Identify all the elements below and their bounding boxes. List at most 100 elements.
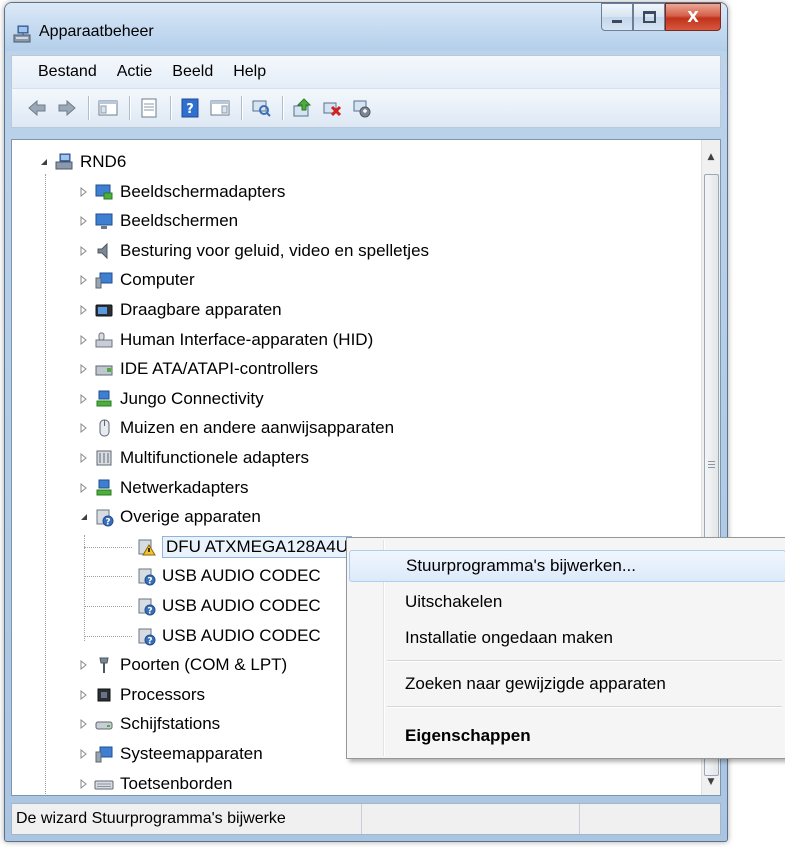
properties-icon[interactable] xyxy=(138,97,160,119)
expand-arrow-icon[interactable] xyxy=(78,304,90,316)
expand-arrow-icon[interactable] xyxy=(78,689,90,701)
expand-arrow-icon[interactable] xyxy=(78,245,90,257)
tree-item-muizen-en-andere-aanwijsapparaten[interactable]: Muizen en andere aanwijsapparaten xyxy=(78,414,394,442)
toolbar-separator xyxy=(129,96,130,120)
tree-item-label: Beeldschermen xyxy=(120,211,239,231)
forward-icon[interactable] xyxy=(56,97,78,119)
tree-item-processors[interactable]: Processors xyxy=(78,681,205,709)
uninstall-icon[interactable] xyxy=(321,97,343,119)
multifunction-adapter-icon xyxy=(94,448,114,468)
expand-arrow-icon[interactable] xyxy=(78,274,90,286)
tree-item-label: Poorten (COM & LPT) xyxy=(120,655,288,675)
scan-hardware-icon[interactable] xyxy=(250,97,272,119)
update-driver-icon[interactable] xyxy=(291,97,313,119)
tree-item-schijfstations[interactable]: Schijfstations xyxy=(78,710,220,738)
tree-item-draagbare-apparaten[interactable]: Draagbare apparaten xyxy=(78,296,282,324)
unknown-device-icon: ? xyxy=(136,566,156,586)
svg-text:?: ? xyxy=(147,577,152,587)
expand-arrow-icon[interactable] xyxy=(78,215,90,227)
tree-device-usb-audio-codec[interactable]: ? USB AUDIO CODEC xyxy=(136,622,321,650)
menu-actie[interactable]: Actie xyxy=(107,56,163,88)
expand-arrow-icon[interactable] xyxy=(78,748,90,760)
back-icon[interactable] xyxy=(26,97,48,119)
port-icon xyxy=(94,655,114,675)
tree-connector xyxy=(45,174,46,794)
expand-arrow-icon[interactable] xyxy=(78,778,90,790)
tree-device-usb-audio-codec[interactable]: ? USB AUDIO CODEC xyxy=(136,562,321,590)
expand-arrow-icon[interactable] xyxy=(78,659,90,671)
context-menu: Stuurprogramma's bijwerken... Uitschakel… xyxy=(346,537,785,759)
toolbar-separator xyxy=(88,96,89,120)
title-bar[interactable]: Apparaatbeheer X xyxy=(5,3,727,51)
expand-arrow-icon[interactable] xyxy=(78,334,90,346)
speaker-icon xyxy=(94,241,114,261)
show-hide-console-tree-icon[interactable] xyxy=(97,97,119,119)
menu-separator xyxy=(387,660,782,661)
tree-item-multifunctionele-adapters[interactable]: Multifunctionele adapters xyxy=(78,444,309,472)
show-action-pane-icon[interactable] xyxy=(209,97,231,119)
tree-connector xyxy=(84,535,85,641)
scroll-down-arrow-icon[interactable]: ▼ xyxy=(702,773,720,791)
expand-arrow-icon[interactable] xyxy=(78,393,90,405)
minimize-button[interactable] xyxy=(601,3,633,31)
scrollbar-grip xyxy=(708,464,715,465)
menu-help[interactable]: Help xyxy=(223,56,276,88)
tree-item-human-interface-apparaten-hid[interactable]: Human Interface-apparaten (HID) xyxy=(78,326,373,354)
status-cell-3 xyxy=(580,804,584,834)
close-icon: X xyxy=(687,8,699,26)
expand-arrow-icon[interactable] xyxy=(78,422,90,434)
tree-item-systeemapparaten[interactable]: Systeemapparaten xyxy=(78,740,263,768)
collapse-arrow-icon[interactable] xyxy=(78,511,90,523)
collapse-arrow-icon[interactable] xyxy=(38,156,50,168)
menu-properties[interactable]: Eigenschappen xyxy=(349,720,785,752)
tree-device-label: USB AUDIO CODEC xyxy=(162,566,321,586)
expand-arrow-icon[interactable] xyxy=(78,452,90,464)
tree-item-beeldschermadapters[interactable]: Beeldschermadapters xyxy=(78,178,285,206)
status-cell-2 xyxy=(362,804,580,834)
tree-device-usb-audio-codec[interactable]: ? USB AUDIO CODEC xyxy=(136,592,321,620)
menu-bestand[interactable]: Bestand xyxy=(12,56,107,88)
menu-disable[interactable]: Uitschakelen xyxy=(349,586,785,618)
tree-connector xyxy=(84,635,132,637)
tree-item-ide-ata-atapi-controllers[interactable]: IDE ATA/ATAPI-controllers xyxy=(78,355,318,383)
menu-update-driver[interactable]: Stuurprogramma's bijwerken... xyxy=(349,550,785,582)
tree-item-label: Besturing voor geluid, video en spelletj… xyxy=(120,240,430,260)
menu-scan-hardware[interactable]: Zoeken naar gewijzigde apparaten xyxy=(349,668,785,700)
svg-text:?: ? xyxy=(147,636,152,646)
tree-root-rnd6[interactable]: RND6 xyxy=(38,148,126,176)
tree-item-label: Toetsenborden xyxy=(120,773,233,793)
toolbar-separator xyxy=(241,96,242,120)
tree-item-label: Human Interface-apparaten (HID) xyxy=(120,329,374,349)
unknown-device-icon: ? xyxy=(94,507,114,527)
help-icon[interactable]: ? xyxy=(179,97,201,119)
tree-item-besturing-voor-geluid-video-en-spelletjes[interactable]: Besturing voor geluid, video en spelletj… xyxy=(78,237,429,265)
mouse-icon xyxy=(94,418,114,438)
close-button[interactable]: X xyxy=(665,3,721,31)
menu-beeld[interactable]: Beeld xyxy=(162,56,223,88)
disk-drive-icon xyxy=(94,714,114,734)
expand-arrow-icon[interactable] xyxy=(78,482,90,494)
expand-arrow-icon[interactable] xyxy=(78,186,90,198)
tree-item-netwerkadapters[interactable]: Netwerkadapters xyxy=(78,474,249,502)
tree-item-computer[interactable]: Computer xyxy=(78,266,195,294)
tree-item-toetsenborden[interactable]: Toetsenborden xyxy=(78,770,232,795)
disable-icon[interactable] xyxy=(351,97,373,119)
tree-item-label: Schijfstations xyxy=(120,714,221,734)
expand-arrow-icon[interactable] xyxy=(78,718,90,730)
maximize-button[interactable] xyxy=(633,3,665,31)
tree-item-poorten-com-lpt[interactable]: Poorten (COM & LPT) xyxy=(78,651,287,679)
menu-uninstall[interactable]: Installatie ongedaan maken xyxy=(349,622,785,654)
minimize-icon xyxy=(612,19,622,23)
expand-arrow-icon[interactable] xyxy=(78,363,90,375)
tree-device-label: USB AUDIO CODEC xyxy=(162,625,321,645)
toolbar-separator xyxy=(170,96,171,120)
network-device-icon xyxy=(94,389,114,409)
tree-item-jungo-connectivity[interactable]: Jungo Connectivity xyxy=(78,385,264,413)
tree-item-label: Draagbare apparaten xyxy=(120,300,282,319)
tree-item-beeldschermen[interactable]: Beeldschermen xyxy=(78,207,238,235)
tree-device-dfu-atxmega128a4u[interactable]: DFU ATXMEGA128A4U xyxy=(136,533,353,561)
tree-item-overige-apparaten[interactable]: ? Overige apparaten xyxy=(78,503,261,531)
scroll-up-arrow-icon[interactable]: ▲ xyxy=(702,148,720,166)
menu-bar: Bestand Actie Beeld Help xyxy=(11,55,721,88)
unknown-device-icon: ? xyxy=(136,626,156,646)
